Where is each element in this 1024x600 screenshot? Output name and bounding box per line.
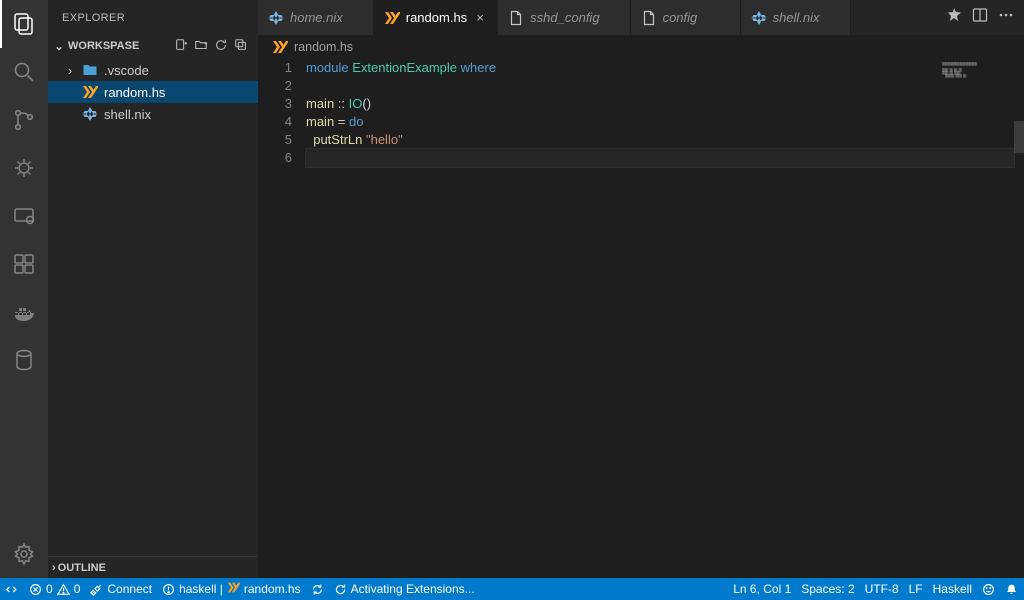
activity-database[interactable] (0, 336, 48, 384)
code-line[interactable] (306, 77, 1014, 95)
tabs-row: home.nix random.hs × sshd_config config shell… (258, 0, 1024, 35)
code-line[interactable]: main :: IO() (306, 95, 1014, 113)
tree-item-label: shell.nix (104, 107, 151, 122)
status-encoding[interactable]: UTF-8 (865, 582, 899, 596)
code-editor[interactable]: 123456 ███████████████████████ ████ ██ █… (258, 59, 1024, 578)
haskell-icon (272, 39, 288, 55)
outline-section-header[interactable]: › OUTLINE (48, 556, 258, 578)
code-line[interactable]: putStrLn "hello" (306, 131, 1014, 149)
tree-item-label: .vscode (104, 63, 149, 78)
tab-label: shell.nix (773, 10, 820, 25)
line-number: 4 (258, 113, 292, 131)
breadcrumb[interactable]: random.hs (258, 35, 1024, 59)
tree-row-shell-nix[interactable]: shell.nix (48, 103, 258, 125)
outline-label: OUTLINE (58, 562, 106, 574)
overview-ruler[interactable] (1014, 59, 1024, 578)
haskell-icon (82, 84, 98, 100)
tab-label: sshd_config (530, 10, 599, 25)
haskell-icon (227, 581, 240, 597)
status-bar: 0 0 Connect haskell | random.hs Activati… (0, 578, 1024, 600)
editor-area: home.nix random.hs × sshd_config config shell… (258, 0, 1024, 578)
file-icon (641, 10, 657, 26)
status-spaces[interactable]: Spaces: 2 (801, 582, 854, 596)
code-line[interactable]: module ExtentionExample where (306, 59, 1014, 77)
close-icon[interactable]: × (473, 10, 487, 25)
haskell-icon (384, 10, 400, 26)
tab-sshd_config[interactable]: sshd_config (498, 0, 630, 35)
code-line[interactable]: main = do (306, 113, 1014, 131)
tabs: home.nix random.hs × sshd_config config shell… (258, 0, 936, 35)
status-sync[interactable] (311, 583, 324, 596)
line-number: 6 (258, 149, 292, 167)
status-feedback[interactable] (982, 583, 995, 596)
sidebar: EXPLORER ⌄ WORKSPASE › .vscode random.hs sh… (48, 0, 258, 578)
refresh-icon[interactable] (214, 38, 228, 55)
status-language[interactable]: Haskell (933, 582, 972, 596)
more-icon[interactable] (998, 7, 1014, 28)
chevron-right-icon: › (52, 562, 56, 574)
status-notifications[interactable] (1005, 583, 1018, 596)
status-activating[interactable]: Activating Extensions... (334, 582, 475, 596)
copilot-icon[interactable] (946, 7, 962, 28)
activity-search[interactable] (0, 48, 48, 96)
chevron-down-icon: ⌄ (52, 40, 66, 53)
workspace-section-header[interactable]: ⌄ WORKSPASE (48, 35, 258, 57)
minimap[interactable]: ███████████████████████ ████ ██ ██ █████… (938, 59, 1018, 109)
tab-random-hs[interactable]: random.hs × (374, 0, 498, 35)
collapse-all-icon[interactable] (234, 38, 248, 55)
tree-row--vscode[interactable]: › .vscode (48, 59, 258, 81)
activity-settings[interactable] (0, 530, 48, 578)
activity-debug[interactable] (0, 144, 48, 192)
line-number: 3 (258, 95, 292, 113)
tree-item-label: random.hs (104, 85, 165, 100)
line-number: 1 (258, 59, 292, 77)
tab-config[interactable]: config (631, 0, 741, 35)
gutter: 123456 (258, 59, 306, 578)
activity-docker[interactable] (0, 288, 48, 336)
activity-source-control[interactable] (0, 96, 48, 144)
tab-label: random.hs (406, 10, 467, 25)
nix-icon (268, 10, 284, 26)
activity-remote[interactable] (0, 192, 48, 240)
sidebar-title: EXPLORER (48, 0, 258, 35)
line-number: 5 (258, 131, 292, 149)
status-errors[interactable]: 0 0 (29, 582, 80, 596)
status-remote[interactable] (6, 583, 19, 596)
tab-label: home.nix (290, 10, 343, 25)
file-icon (508, 10, 524, 26)
nix-icon (82, 106, 98, 122)
new-folder-icon[interactable] (194, 38, 208, 55)
status-cursor[interactable]: Ln 6, Col 1 (733, 582, 791, 596)
tab-label: config (663, 10, 698, 25)
code-line[interactable] (306, 149, 1014, 167)
activity-bar (0, 0, 48, 578)
status-eol[interactable]: LF (909, 582, 923, 596)
status-connect[interactable]: Connect (90, 582, 152, 596)
chevron-right-icon: › (64, 63, 76, 78)
split-editor-icon[interactable] (972, 7, 988, 28)
tab-home-nix[interactable]: home.nix (258, 0, 374, 35)
tab-shell-nix[interactable]: shell.nix (741, 0, 851, 35)
code-lines[interactable]: ███████████████████████ ████ ██ ██ █████… (306, 59, 1024, 578)
activity-explorer[interactable] (0, 0, 48, 48)
workspace-label: WORKSPASE (68, 40, 139, 52)
new-file-icon[interactable] (174, 38, 188, 55)
line-number: 2 (258, 77, 292, 95)
status-environment[interactable]: haskell | random.hs (162, 581, 301, 597)
folder-icon (82, 62, 98, 78)
nix-icon (751, 10, 767, 26)
file-tree: › .vscode random.hs shell.nix (48, 57, 258, 556)
activity-extensions[interactable] (0, 240, 48, 288)
breadcrumb-file: random.hs (294, 40, 353, 54)
tree-row-random-hs[interactable]: random.hs (48, 81, 258, 103)
